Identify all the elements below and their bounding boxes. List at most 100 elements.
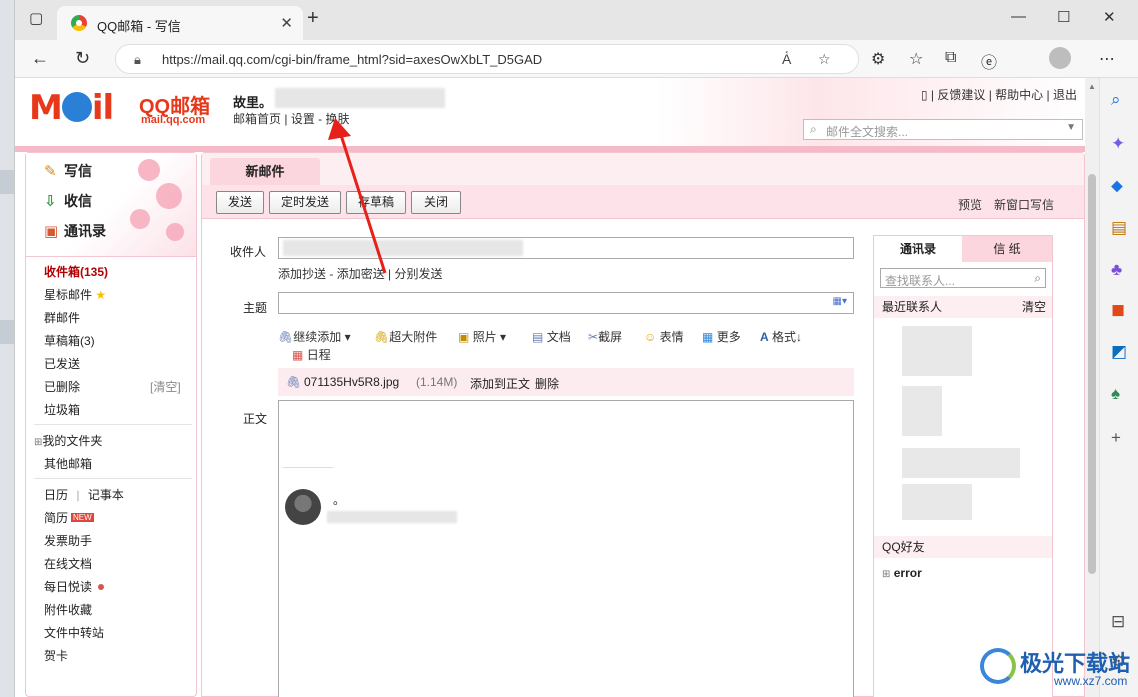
new-tab-icon[interactable]: + — [307, 8, 319, 28]
close-window-icon[interactable]: ✕ — [1103, 8, 1116, 26]
resume-link[interactable]: 简历 NEW — [44, 509, 94, 526]
contact-search-input[interactable]: 查找联系人... ⌕ — [880, 268, 1046, 288]
emoji-button[interactable]: ☺ 表情 — [644, 328, 684, 345]
large-attachment-button[interactable]: 🖇︎超大附件 — [374, 328, 437, 345]
read-aloud-icon[interactable]: A᷾ — [782, 51, 791, 67]
favorites-icon[interactable]: ☆ — [909, 49, 923, 69]
delete-attachment-link[interactable]: 删除 — [535, 375, 559, 392]
body-editor[interactable]: 。 — [278, 400, 854, 697]
compose-button[interactable]: ✎ 写信 — [44, 161, 92, 181]
expand-icon[interactable]: ⊞ — [882, 569, 890, 580]
file-transfer-link[interactable]: 文件中转站 — [44, 624, 104, 641]
tools-icon[interactable]: ▤ — [1111, 218, 1127, 238]
folder-deleted[interactable]: 已删除 — [44, 378, 80, 395]
timed-send-button[interactable]: 定时发送 — [269, 191, 341, 214]
skin-link[interactable]: 换肤 — [326, 112, 350, 126]
online-docs-link[interactable]: 在线文档 — [44, 555, 92, 572]
maximize-icon[interactable]: ☐ — [1057, 8, 1070, 26]
daily-reading-link[interactable]: 每日悦读 — [44, 578, 105, 595]
settings-link[interactable]: 设置 — [291, 112, 315, 126]
clear-recent-link[interactable]: 清空 — [1022, 296, 1046, 318]
mail-search-input[interactable]: ⌕ 邮件全文搜索... ▼ — [803, 119, 1083, 140]
add-favorite-icon[interactable]: ☆ — [818, 51, 831, 68]
folder-spam[interactable]: 垃圾箱 — [44, 401, 80, 418]
browser-tab[interactable]: QQ邮箱 - 写信 ✕ — [57, 6, 303, 40]
greeting-card-link[interactable]: 贺卡 — [44, 647, 68, 664]
invoice-link[interactable]: 发票助手 — [44, 532, 92, 549]
edge-icon[interactable]: ⓔ — [981, 49, 997, 73]
mobile-icon[interactable]: ▯ — [921, 88, 928, 102]
blurred-contact[interactable] — [902, 386, 942, 436]
folder-drafts[interactable]: 草稿箱(3) — [44, 332, 95, 349]
add-bcc-link[interactable]: 添加密送 — [337, 267, 385, 281]
sidebar-toggle-icon[interactable]: ⊟ — [1111, 612, 1125, 632]
copilot-icon[interactable]: ✦ — [1111, 134, 1125, 154]
my-folders[interactable]: ⊞我的文件夹 — [34, 432, 102, 449]
other-mailbox[interactable]: 其他邮箱 — [44, 455, 92, 472]
folder-starred[interactable]: 星标邮件 ★ — [44, 286, 106, 303]
edge-sidebar: ⌕ ✦ ⬥ ▤ ♣ ◼ ◩ ♠ + ⊟ ⚙ — [1099, 78, 1138, 697]
mailbox-home-link[interactable]: 邮箱首页 — [233, 112, 281, 126]
preview-link[interactable]: 预览 — [958, 196, 982, 213]
lock-icon[interactable]: 🔒︎ — [134, 52, 141, 68]
scroll-up-icon[interactable]: ▲ — [1088, 82, 1096, 91]
tab-new-mail[interactable]: 新邮件 — [210, 158, 320, 185]
extensions-icon[interactable]: ⚙ — [871, 49, 885, 69]
back-icon[interactable]: ← — [31, 48, 49, 69]
folder-group[interactable]: 群邮件 — [44, 309, 80, 326]
more-menu-icon[interactable]: ⋯ — [1099, 49, 1115, 69]
add-cc-link[interactable]: 添加抄送 — [278, 267, 326, 281]
minimize-icon[interactable]: — — [1011, 8, 1026, 25]
notebook-link[interactable]: 记事本 — [88, 488, 124, 502]
refresh-icon[interactable]: ↻ — [75, 48, 90, 69]
contacts-button[interactable]: ▣ 通讯录 — [44, 221, 106, 241]
send-separately-link[interactable]: 分别发送 — [395, 267, 443, 281]
blurred-contact[interactable] — [902, 448, 1020, 478]
send-button[interactable]: 发送 — [216, 191, 264, 214]
screenshot-button[interactable]: ✂截屏 — [588, 328, 622, 345]
tree-icon[interactable]: ♠ — [1111, 384, 1120, 404]
close-tab-icon[interactable]: ✕ — [280, 14, 293, 32]
shopping-tag-icon[interactable]: ⬥ — [1111, 176, 1123, 196]
help-link[interactable]: 帮助中心 — [995, 88, 1043, 102]
games-icon[interactable]: ♣ — [1111, 260, 1122, 280]
office-icon[interactable]: ◼ — [1111, 300, 1125, 320]
calendar-link[interactable]: 日历 — [44, 488, 68, 502]
collections-icon[interactable]: ⧉ — [945, 49, 956, 67]
page-scrollbar[interactable]: ▲ — [1085, 78, 1099, 697]
profile-avatar[interactable] — [1049, 47, 1071, 69]
outlook-icon[interactable]: ◩ — [1111, 342, 1127, 362]
group-error[interactable]: ⊞ error — [882, 566, 922, 580]
url-field[interactable]: 🔒︎ https://mail.qq.com/cgi-bin/frame_htm… — [115, 44, 859, 74]
folder-sent[interactable]: 已发送 — [44, 355, 80, 372]
blurred-contact[interactable] — [902, 484, 972, 520]
save-draft-button[interactable]: 存草稿 — [346, 191, 406, 214]
subject-color-icon[interactable]: ▦▾ — [833, 296, 847, 307]
folder-inbox[interactable]: 收件箱(135) — [44, 263, 108, 280]
attachment-favorites-link[interactable]: 附件收藏 — [44, 601, 92, 618]
receive-button[interactable]: ⇩ 收信 — [44, 191, 92, 211]
new-window-compose-link[interactable]: 新窗口写信 — [994, 196, 1054, 213]
feedback-link[interactable]: 反馈建议 — [937, 88, 985, 102]
chevron-down-icon[interactable]: ▼ — [1066, 122, 1076, 133]
blurred-contact[interactable] — [902, 326, 972, 376]
logout-link[interactable]: 退出 — [1053, 88, 1077, 102]
more-button[interactable]: ▦ 更多 — [702, 328, 741, 345]
clear-deleted-link[interactable]: [清空] — [150, 378, 181, 395]
add-icon[interactable]: + — [1111, 428, 1121, 448]
tab-contacts[interactable]: 通讯录 — [874, 236, 962, 262]
close-button[interactable]: 关闭 — [411, 191, 461, 214]
tab-stationery[interactable]: 信 纸 — [962, 236, 1052, 262]
schedule-button[interactable]: ▦ 日程 — [292, 346, 331, 363]
search-icon[interactable]: ⌕ — [1111, 90, 1121, 110]
format-button[interactable]: A 格式↓ — [760, 328, 802, 345]
add-to-body-link[interactable]: 添加到正文 — [470, 375, 530, 392]
document-button[interactable]: ▤ 文档 — [532, 328, 571, 345]
scrollbar-thumb[interactable] — [1088, 174, 1096, 574]
subject-input[interactable]: ▦▾ — [278, 292, 854, 314]
continue-add-button[interactable]: 🖇︎继续添加 ▾ — [278, 328, 351, 345]
qqmail-logo[interactable]: Mil — [29, 88, 114, 128]
tab-actions-icon[interactable]: ▢ — [29, 9, 43, 27]
photo-button[interactable]: ▣ 照片 ▾ — [458, 328, 506, 345]
to-input[interactable] — [278, 237, 854, 259]
